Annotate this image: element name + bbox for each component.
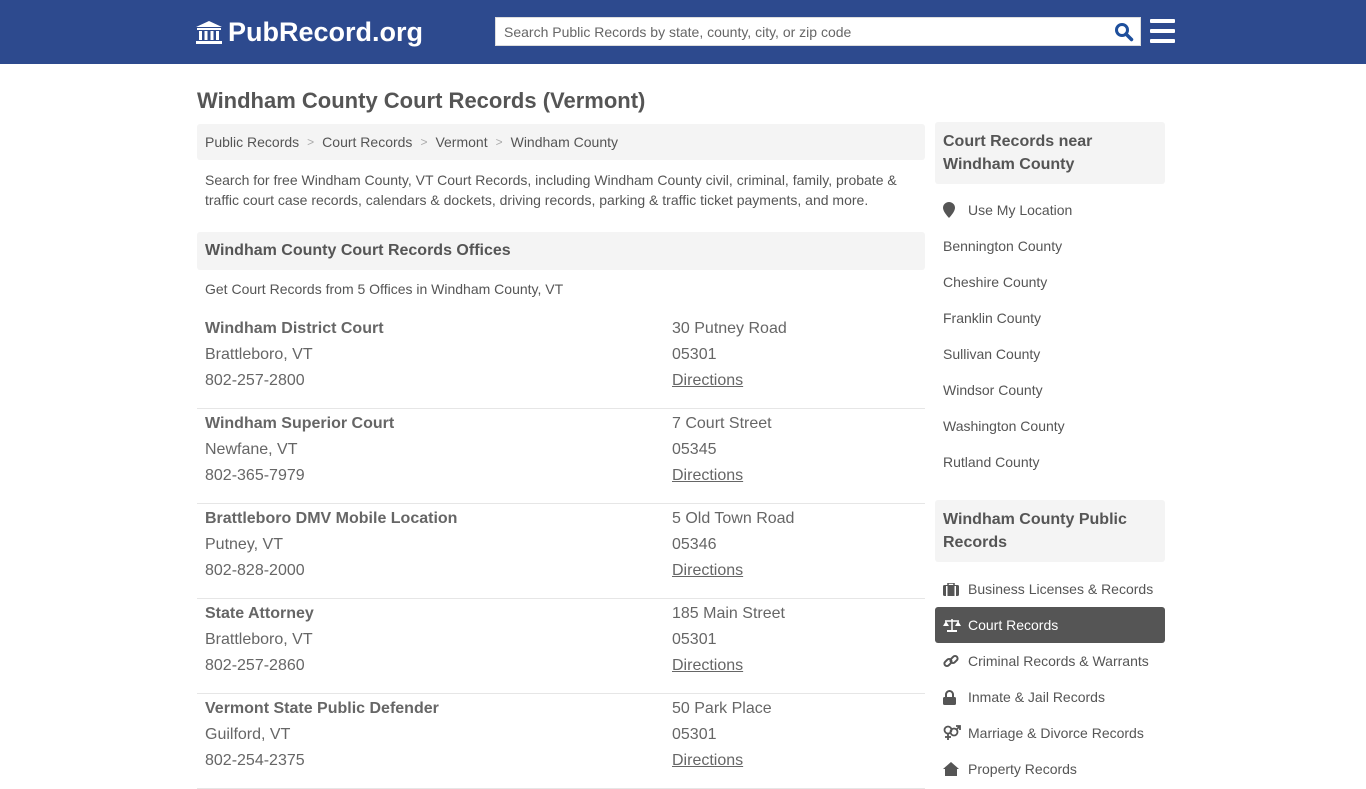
- office-item: Vermont State Public Defender Guilford, …: [197, 694, 925, 789]
- courthouse-icon: [196, 20, 222, 44]
- directions-link[interactable]: Directions: [672, 655, 785, 681]
- office-zip: 05301: [672, 726, 717, 743]
- office-phone[interactable]: 802-828-2000: [205, 560, 457, 586]
- sidebar-item-marriage[interactable]: Marriage & Divorce Records: [935, 715, 1165, 751]
- office-city: Newfane, VT: [205, 441, 298, 458]
- office-item: Brattleboro DMV Mobile Location Putney, …: [197, 504, 925, 599]
- sidebar-item-business[interactable]: Business Licenses & Records: [935, 571, 1165, 607]
- office-list: Windham District Court Brattleboro, VT 8…: [197, 314, 925, 789]
- sidebar-nearby-title: Court Records near Windham County: [935, 122, 1165, 184]
- sidebar-item-label: Property Records: [968, 761, 1077, 777]
- office-address: 185 Main Street: [672, 605, 785, 622]
- top-nav-bar: PubRecord.org: [0, 0, 1366, 64]
- breadcrumb-separator: >: [420, 135, 428, 149]
- directions-link[interactable]: Directions: [672, 750, 772, 776]
- scale-icon: [943, 618, 968, 632]
- office-address: 30 Putney Road: [672, 320, 787, 337]
- sidebar-item-label: Business Licenses & Records: [968, 581, 1154, 597]
- office-address: 7 Court Street: [672, 415, 772, 432]
- sidebar-item-court-records[interactable]: Court Records: [935, 607, 1165, 643]
- sidebar-item-label: Court Records: [968, 617, 1059, 633]
- office-name: Brattleboro DMV Mobile Location: [205, 510, 458, 527]
- venus-mars-icon: [943, 725, 968, 741]
- home-icon: [943, 762, 968, 776]
- briefcase-icon: [943, 582, 968, 596]
- directions-link[interactable]: Directions: [672, 465, 772, 491]
- sidebar-item-criminal[interactable]: Criminal Records & Warrants: [935, 643, 1165, 679]
- office-address: 5 Old Town Road: [672, 510, 795, 527]
- office-city: Guilford, VT: [205, 726, 291, 743]
- office-phone[interactable]: 802-365-7979: [205, 465, 394, 491]
- search-icon[interactable]: [1108, 18, 1140, 45]
- nearby-county-link[interactable]: Franklin County: [935, 300, 1165, 336]
- nearby-county-link[interactable]: Sullivan County: [935, 336, 1165, 372]
- breadcrumb-windham-county[interactable]: Windham County: [511, 134, 618, 150]
- directions-link[interactable]: Directions: [672, 370, 787, 396]
- nearby-county-link[interactable]: Cheshire County: [935, 264, 1165, 300]
- use-location-label: Use My Location: [968, 202, 1073, 218]
- breadcrumb-court-records[interactable]: Court Records: [322, 134, 412, 150]
- section-subtitle: Get Court Records from 5 Offices in Wind…: [205, 281, 564, 297]
- office-zip: 05345: [672, 441, 717, 458]
- office-city: Putney, VT: [205, 536, 283, 553]
- link-icon: [943, 653, 968, 669]
- office-phone[interactable]: 802-257-2800: [205, 370, 384, 396]
- use-my-location-button[interactable]: Use My Location: [935, 192, 1165, 228]
- site-logo[interactable]: PubRecord.org: [195, 17, 423, 48]
- office-item: Windham District Court Brattleboro, VT 8…: [197, 314, 925, 409]
- breadcrumb-vermont[interactable]: Vermont: [435, 134, 487, 150]
- office-name: Windham District Court: [205, 320, 384, 337]
- office-city: Brattleboro, VT: [205, 346, 313, 363]
- page-title: Windham County Court Records (Vermont): [197, 88, 646, 113]
- breadcrumb-public-records[interactable]: Public Records: [205, 134, 299, 150]
- nearby-county-link[interactable]: Bennington County: [935, 228, 1165, 264]
- sidebar-nearby: Court Records near Windham County Use My…: [935, 122, 1165, 480]
- office-phone[interactable]: 802-254-2375: [205, 750, 439, 776]
- sidebar-public-title: Windham County Public Records: [935, 500, 1165, 562]
- office-item: State Attorney Brattleboro, VT 802-257-2…: [197, 599, 925, 694]
- sidebar-item-label: Marriage & Divorce Records: [968, 725, 1144, 741]
- hamburger-menu-icon[interactable]: [1150, 19, 1175, 43]
- breadcrumb-separator: >: [495, 135, 503, 149]
- office-item: Windham Superior Court Newfane, VT 802-3…: [197, 409, 925, 504]
- office-name: Windham Superior Court: [205, 415, 395, 432]
- sidebar-item-label: Criminal Records & Warrants: [968, 653, 1149, 669]
- search-box: [495, 17, 1141, 46]
- map-marker-icon: [943, 202, 968, 218]
- nearby-county-link[interactable]: Windsor County: [935, 372, 1165, 408]
- logo-text: PubRecord.org: [228, 17, 424, 47]
- sidebar-item-label: Inmate & Jail Records: [968, 689, 1105, 705]
- office-city: Brattleboro, VT: [205, 631, 313, 648]
- directions-link[interactable]: Directions: [672, 560, 794, 586]
- breadcrumb-separator: >: [307, 135, 315, 149]
- breadcrumb: Public Records > Court Records > Vermont…: [197, 124, 925, 160]
- section-title: Windham County Court Records Offices: [197, 232, 925, 270]
- office-zip: 05346: [672, 536, 717, 553]
- sidebar-public-records: Windham County Public Records Business L…: [935, 500, 1165, 787]
- office-name: Vermont State Public Defender: [205, 700, 439, 717]
- office-name: State Attorney: [205, 605, 314, 622]
- sidebar-item-inmate[interactable]: Inmate & Jail Records: [935, 679, 1165, 715]
- office-phone[interactable]: 802-257-2860: [205, 655, 314, 681]
- nearby-county-link[interactable]: Washington County: [935, 408, 1165, 444]
- search-input[interactable]: [496, 18, 1108, 45]
- nearby-county-link[interactable]: Rutland County: [935, 444, 1165, 480]
- office-address: 50 Park Place: [672, 700, 772, 717]
- sidebar-item-property[interactable]: Property Records: [935, 751, 1165, 787]
- office-zip: 05301: [672, 346, 717, 363]
- intro-text: Search for free Windham County, VT Court…: [205, 172, 897, 208]
- office-zip: 05301: [672, 631, 717, 648]
- lock-icon: [943, 689, 968, 705]
